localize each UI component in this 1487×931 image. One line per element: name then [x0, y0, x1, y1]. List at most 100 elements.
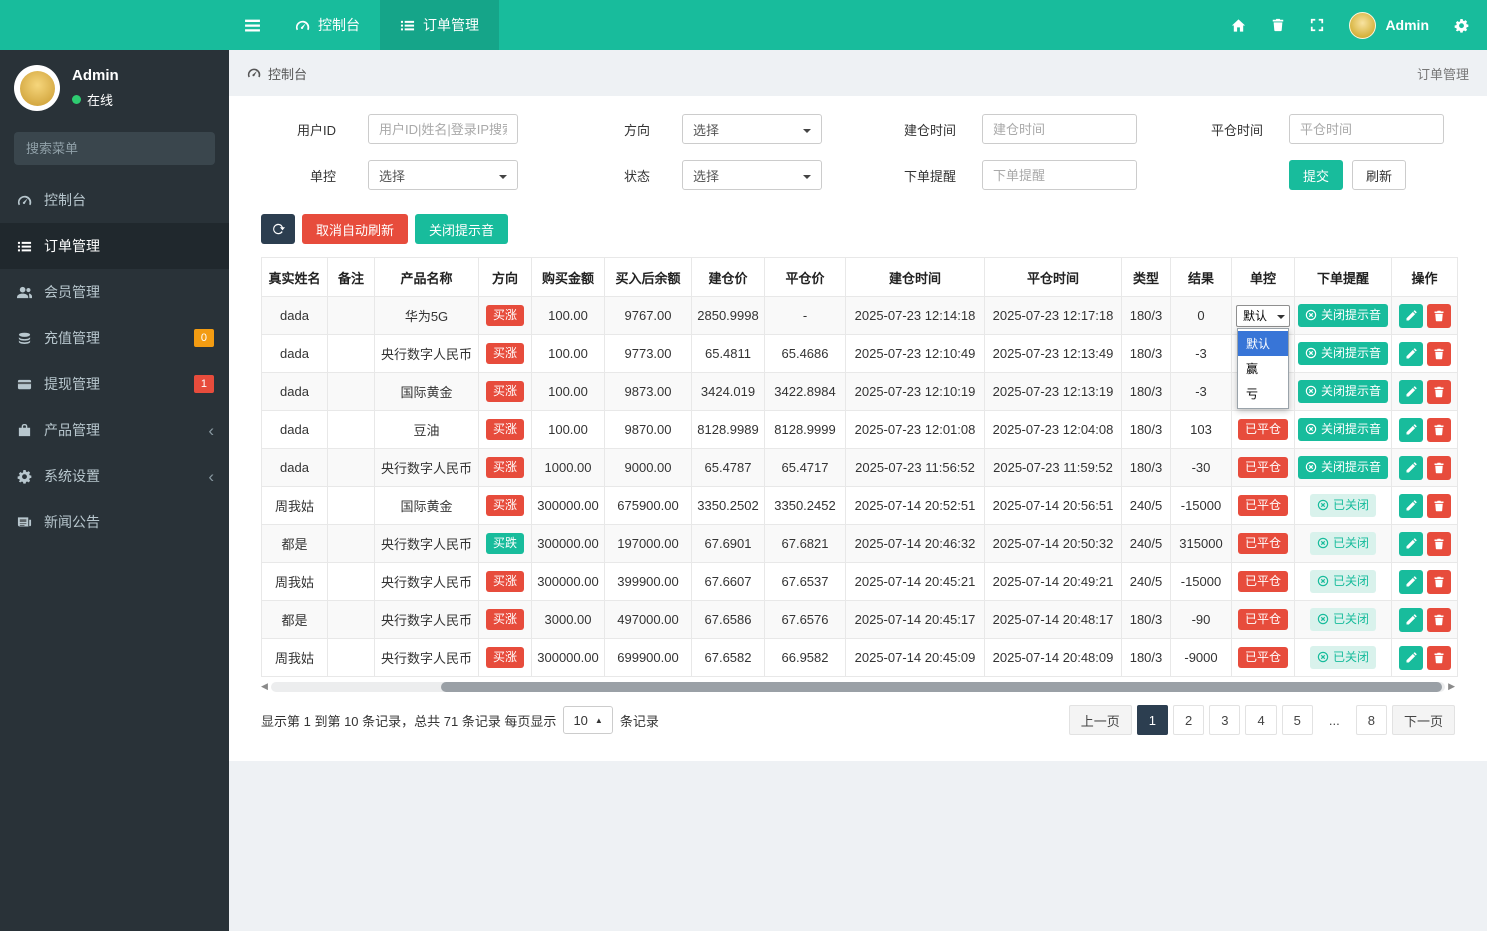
- filter-user-id-input[interactable]: [368, 114, 518, 144]
- user-menu[interactable]: Admin: [1349, 12, 1429, 39]
- delete-button[interactable]: [1427, 342, 1451, 366]
- edit-button[interactable]: [1399, 494, 1423, 518]
- scrollbar-track[interactable]: [271, 682, 1445, 692]
- alert-closed-button[interactable]: 已关闭: [1310, 570, 1376, 592]
- filter-close-time-input[interactable]: [1289, 114, 1444, 144]
- mute-all-button[interactable]: 关闭提示音: [415, 214, 508, 244]
- filter-open-time-input[interactable]: [982, 114, 1137, 144]
- dropdown-option[interactable]: 默认: [1238, 331, 1288, 356]
- submit-button[interactable]: 提交: [1289, 160, 1343, 190]
- sidebar-item-members[interactable]: 会员管理: [0, 269, 229, 315]
- nav-tab-orders[interactable]: 订单管理: [380, 0, 499, 50]
- alert-closed-button[interactable]: 已关闭: [1310, 646, 1376, 668]
- sidebar-item-withdraw[interactable]: 提现管理1: [0, 361, 229, 407]
- sidebar-item-console[interactable]: 控制台: [0, 177, 229, 223]
- mute-alert-button[interactable]: 关闭提示音: [1298, 304, 1388, 326]
- edit-button[interactable]: [1399, 532, 1423, 556]
- mute-alert-button[interactable]: 关闭提示音: [1298, 418, 1388, 440]
- pagination-page-4[interactable]: 4: [1245, 705, 1276, 735]
- pagination-page-5[interactable]: 5: [1282, 705, 1313, 735]
- delete-button[interactable]: [1427, 418, 1451, 442]
- delete-button[interactable]: [1427, 456, 1451, 480]
- nav-trash-button[interactable]: [1271, 18, 1285, 32]
- filter-alert-input[interactable]: [982, 160, 1137, 190]
- alert-closed-button[interactable]: 已关闭: [1310, 608, 1376, 630]
- nav-expand-button[interactable]: [1310, 18, 1324, 32]
- sidebar-item-label: 订单管理: [44, 236, 100, 256]
- trash-icon: [1433, 614, 1445, 626]
- page-size-select[interactable]: 10 ▲: [563, 706, 612, 734]
- direction-badge: 买涨: [486, 305, 524, 325]
- breadcrumb[interactable]: 控制台: [247, 64, 307, 83]
- cancel-auto-refresh-button[interactable]: 取消自动刷新: [302, 214, 408, 244]
- scrollbar-thumb[interactable]: [441, 682, 1442, 692]
- edit-button[interactable]: [1399, 608, 1423, 632]
- filter-status-select[interactable]: 选择: [682, 160, 822, 190]
- pagination-page-8[interactable]: 8: [1356, 705, 1387, 735]
- delete-button[interactable]: [1427, 532, 1451, 556]
- row-actions: [1397, 538, 1453, 553]
- direction-badge: 买涨: [486, 419, 524, 439]
- mute-alert-button[interactable]: 关闭提示音: [1298, 342, 1388, 364]
- cell-type: 240/5: [1122, 525, 1171, 563]
- edit-button[interactable]: [1399, 570, 1423, 594]
- filter-control-select[interactable]: 选择: [368, 160, 518, 190]
- filter-direction-value: 选择: [693, 120, 719, 139]
- scroll-left-icon[interactable]: ◀: [261, 682, 268, 691]
- sidebar-item-news[interactable]: 新闻公告: [0, 499, 229, 545]
- sidebar-search-input[interactable]: [14, 132, 214, 165]
- sidebar-toggle-button[interactable]: [229, 0, 275, 50]
- home-icon: [1231, 18, 1246, 33]
- nav-settings-button[interactable]: [1454, 18, 1469, 33]
- alert-closed-button[interactable]: 已关闭: [1310, 532, 1376, 554]
- sidebar-badge: 1: [194, 375, 214, 393]
- cell-balance: 197000.00: [605, 525, 692, 563]
- dropdown-option[interactable]: 亏: [1238, 381, 1288, 406]
- pagination-prev[interactable]: 上一页: [1069, 705, 1132, 735]
- mute-alert-button[interactable]: 关闭提示音: [1298, 380, 1388, 402]
- delete-button[interactable]: [1427, 304, 1451, 328]
- cell-open-price: 65.4811: [692, 335, 765, 373]
- edit-button[interactable]: [1399, 304, 1423, 328]
- pagination-page-2[interactable]: 2: [1173, 705, 1204, 735]
- alert-closed-button[interactable]: 已关闭: [1310, 494, 1376, 516]
- sidebar-search: [14, 132, 215, 165]
- pagination-next[interactable]: 下一页: [1392, 705, 1455, 735]
- edit-button[interactable]: [1399, 342, 1423, 366]
- sidebar-item-settings[interactable]: 系统设置‹: [0, 453, 229, 499]
- cell-note: [328, 487, 375, 525]
- delete-button[interactable]: [1427, 646, 1451, 670]
- control-select[interactable]: 默认: [1236, 305, 1290, 327]
- edit-button[interactable]: [1399, 456, 1423, 480]
- column-header: 类型: [1122, 258, 1171, 297]
- dropdown-option[interactable]: 赢: [1238, 356, 1288, 381]
- coins-icon: [15, 331, 33, 346]
- cell-result: 0: [1171, 297, 1232, 335]
- sidebar-item-orders[interactable]: 订单管理: [0, 223, 229, 269]
- pagination-page-1[interactable]: 1: [1137, 705, 1168, 735]
- delete-button[interactable]: [1427, 608, 1451, 632]
- delete-button[interactable]: [1427, 380, 1451, 404]
- content-panel: 用户ID 方向 选择 建仓时间 平仓时间 单控: [229, 96, 1487, 761]
- gears-icon: [1454, 18, 1469, 33]
- filter-direction-select[interactable]: 选择: [682, 114, 822, 144]
- delete-button[interactable]: [1427, 494, 1451, 518]
- reload-button[interactable]: [261, 214, 295, 244]
- mute-alert-button[interactable]: 关闭提示音: [1298, 456, 1388, 478]
- sidebar-item-products[interactable]: 产品管理‹: [0, 407, 229, 453]
- edit-button[interactable]: [1399, 418, 1423, 442]
- sidebar-item-recharge[interactable]: 充值管理0: [0, 315, 229, 361]
- edit-button[interactable]: [1399, 380, 1423, 404]
- pagination-page-3[interactable]: 3: [1209, 705, 1240, 735]
- edit-button[interactable]: [1399, 646, 1423, 670]
- nav-tab-console[interactable]: 控制台: [275, 0, 380, 50]
- refresh-button[interactable]: 刷新: [1352, 160, 1406, 190]
- sidebar-item-label: 产品管理: [44, 420, 100, 440]
- cell-type: 180/3: [1122, 601, 1171, 639]
- delete-button[interactable]: [1427, 570, 1451, 594]
- cell-amount: 300000.00: [532, 525, 605, 563]
- nav-home-button[interactable]: [1231, 18, 1246, 33]
- sidebar-search-button[interactable]: [214, 132, 215, 165]
- scroll-right-icon[interactable]: ▶: [1448, 682, 1455, 691]
- pencil-icon: [1405, 462, 1417, 474]
